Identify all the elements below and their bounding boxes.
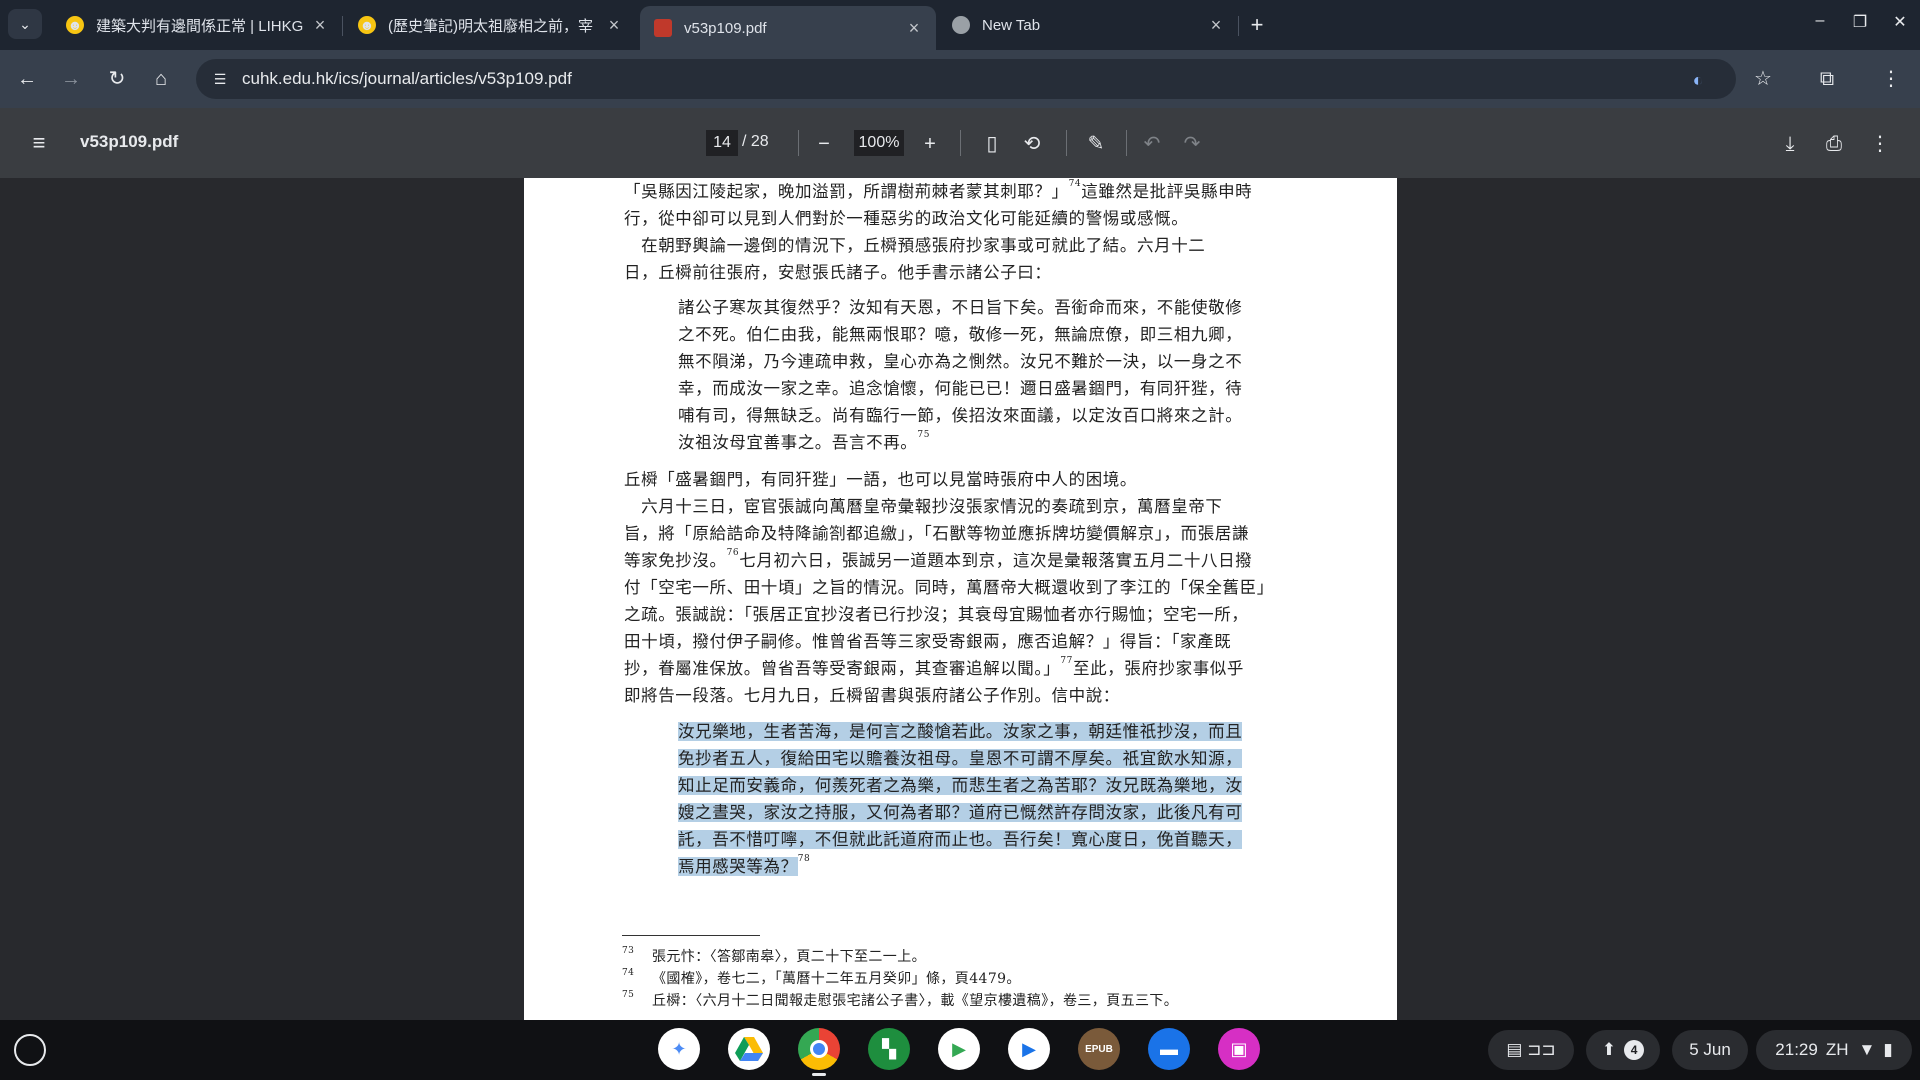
close-icon[interactable]: × — [902, 18, 926, 39]
forward-button[interactable]: → — [56, 64, 86, 94]
close-icon[interactable]: × — [1204, 15, 1228, 36]
battery-icon: ▮ — [1883, 1040, 1893, 1059]
close-icon[interactable]: × — [308, 15, 332, 36]
play-movies-icon[interactable]: ▶ — [1008, 1028, 1050, 1070]
quote-block-2-selected[interactable]: 汝兄樂地，生者苦海，是何言之酸愴若此。汝家之事，朝廷惟祇抄沒，而且 免抄者五人，… — [678, 718, 1298, 880]
undo-icon[interactable]: ↶ — [1138, 130, 1166, 158]
tab-search-button[interactable]: ⌄ — [8, 9, 42, 39]
home-button[interactable]: ⌂ — [146, 64, 176, 94]
quote-block-1: 諸公子寒灰其復然乎？汝知有天恩，不日旨下矣。吾銜命而來，不能使敬修 之不死。伯仁… — [678, 298, 1243, 452]
download-icon[interactable]: ⤓ — [1776, 130, 1804, 158]
status-pill[interactable]: 21:29 ZH ▼ ▮ — [1756, 1030, 1912, 1070]
pdf-toolbar: ≡ v53p109.pdf 14 / 28 − 100% + ▯ ⟲ ✎ ↶ ↷… — [0, 108, 1920, 178]
tab-lihkg[interactable]: ☻ 建築大判有邊間係正常 | LIHKG × — [52, 7, 342, 43]
arrow-left-icon: ← — [17, 68, 37, 90]
drive-icon[interactable] — [728, 1028, 770, 1070]
new-tab-button[interactable]: + — [1242, 10, 1272, 40]
wifi-icon: ▼ — [1858, 1040, 1876, 1059]
footnote-75: 75 丘橓：〈六月十二日聞報走慰張宅諸公子書〉，載《望京樓遺稿》，卷三，頁五三下。 — [622, 990, 1179, 1009]
close-window-icon[interactable]: ✕ — [1885, 12, 1915, 32]
bookmark-star-icon[interactable]: ☆ — [1748, 64, 1778, 94]
pdf-icon — [654, 19, 672, 37]
extensions-icon[interactable]: ⧉ — [1812, 64, 1842, 94]
print-icon[interactable]: ⎙ — [1820, 130, 1848, 158]
arrow-right-icon: → — [61, 68, 81, 90]
time-text: 21:29 — [1775, 1040, 1818, 1059]
redo-icon[interactable]: ↷ — [1178, 130, 1206, 158]
restore-icon[interactable]: ❐ — [1845, 12, 1875, 32]
smiley-icon: ☻ — [358, 16, 376, 34]
epub-reader-icon[interactable]: EPUB — [1078, 1028, 1120, 1070]
page-number-input[interactable]: 14 — [706, 130, 738, 156]
zoom-out-icon[interactable]: − — [810, 130, 838, 158]
annotate-icon[interactable]: ✎ — [1082, 130, 1110, 158]
tab-title: 建築大判有邊間係正常 | LIHKG — [96, 17, 304, 35]
tab-new-tab[interactable]: New Tab × — [938, 7, 1238, 43]
footnote-divider — [622, 935, 760, 936]
chevron-down-icon: ⌄ — [19, 15, 31, 32]
tray-tools-pill[interactable]: ▤ ⊐⊐ — [1488, 1030, 1574, 1070]
fit-page-icon[interactable]: ▯ — [978, 130, 1006, 158]
url-text[interactable]: cuhk.edu.hk/ics/journal/articles/v53p109… — [242, 69, 572, 89]
rotate-icon[interactable]: ⟲ — [1018, 130, 1046, 158]
reload-button[interactable]: ↻ — [102, 64, 132, 94]
date-text: 5 Jun — [1689, 1040, 1731, 1059]
upload-icon: ⬆ — [1601, 1040, 1617, 1059]
notification-count: 4 — [1624, 1040, 1645, 1060]
tab-history-notes[interactable]: ☻ (歷史筆記)明太祖廢相之前，宰 × — [344, 7, 636, 43]
files-icon[interactable]: ▬ — [1148, 1028, 1190, 1070]
chrome-icon[interactable] — [798, 1028, 840, 1070]
paragraph-2: 丘橓「盛暑錮門，有同犴狴」一語，也可以見當時張府中人的困境。 六月十三日，宦官張… — [624, 470, 1274, 705]
date-pill[interactable]: 5 Jun — [1672, 1030, 1748, 1070]
ime-indicator: ZH — [1825, 1040, 1849, 1059]
menu-kebab-icon[interactable]: ⋮ — [1876, 64, 1906, 94]
pdf-title: v53p109.pdf — [80, 132, 179, 151]
tab-title: New Tab — [982, 16, 1041, 34]
zoom-in-icon[interactable]: + — [916, 130, 944, 158]
paragraph-1: 「吳縣因江陵起家，晚加溢罰，所謂樹荊棘者蒙其刺耶？」74這雖然是批評吳縣申時 行… — [624, 179, 1253, 282]
tab-title: (歷史筆記)明太祖廢相之前，宰 — [388, 17, 593, 35]
more-options-icon[interactable]: ⋮ — [1866, 130, 1894, 158]
page-total: / 28 — [742, 133, 769, 150]
address-bar[interactable]: ☰ cuhk.edu.hk/ics/journal/articles/v53p1… — [196, 59, 1736, 99]
google-lens-icon[interactable]: ◐ — [1686, 68, 1710, 92]
minimize-icon[interactable]: – — [1805, 12, 1835, 30]
back-button[interactable]: ← — [12, 64, 42, 94]
tab-title: v53p109.pdf — [684, 19, 767, 37]
system-shelf: ✦ ▚ ▶ ▶ EPUB ▬ ▣ ▤ ⊐⊐ ⬆ 4 5 Jun 21:29 ZH … — [0, 1020, 1920, 1080]
home-icon: ⌂ — [154, 68, 168, 90]
close-icon[interactable]: × — [602, 15, 626, 36]
pdf-viewport[interactable]: 「吳縣因江陵起家，晚加溢罰，所謂樹荊棘者蒙其刺耶？」74這雖然是批評吳縣申時 行… — [0, 178, 1920, 1020]
launcher-button[interactable] — [14, 1034, 46, 1066]
notification-pill[interactable]: ⬆ 4 — [1586, 1030, 1660, 1070]
footnote-74: 74 《國榷》，卷七二，「萬曆十二年五月癸卯」條，頁4479。 — [622, 968, 1021, 987]
site-info-icon[interactable]: ☰ — [210, 69, 230, 89]
hamburger-menu-icon[interactable]: ≡ — [26, 131, 52, 155]
apps-icon[interactable]: ▚ — [868, 1028, 910, 1070]
tab-pdf[interactable]: v53p109.pdf × — [640, 6, 936, 50]
reload-icon: ↻ — [108, 68, 126, 90]
zoom-input[interactable]: 100% — [854, 130, 904, 156]
tab-strip: ⌄ ☻ 建築大判有邊間係正常 | LIHKG × ☻ (歷史筆記)明太祖廢相之前… — [0, 0, 1920, 50]
browser-toolbar: ← → ↻ ⌂ ☰ cuhk.edu.hk/ics/journal/articl… — [0, 50, 1920, 108]
footnote-73: 73 張元忭：〈答鄒南皋〉，頁二十下至二一上。 — [622, 946, 926, 965]
pdf-capture-icon: ▤ ⊐⊐ — [1506, 1040, 1556, 1059]
gallery-icon[interactable]: ▣ — [1218, 1028, 1260, 1070]
play-store-icon[interactable]: ▶ — [938, 1028, 980, 1070]
chrome-icon — [952, 16, 970, 34]
pdf-page[interactable]: 「吳縣因江陵起家，晚加溢罰，所謂樹荊棘者蒙其刺耶？」74這雖然是批評吳縣申時 行… — [524, 178, 1397, 1020]
smiley-icon: ☻ — [66, 16, 84, 34]
gemini-icon[interactable]: ✦ — [658, 1028, 700, 1070]
